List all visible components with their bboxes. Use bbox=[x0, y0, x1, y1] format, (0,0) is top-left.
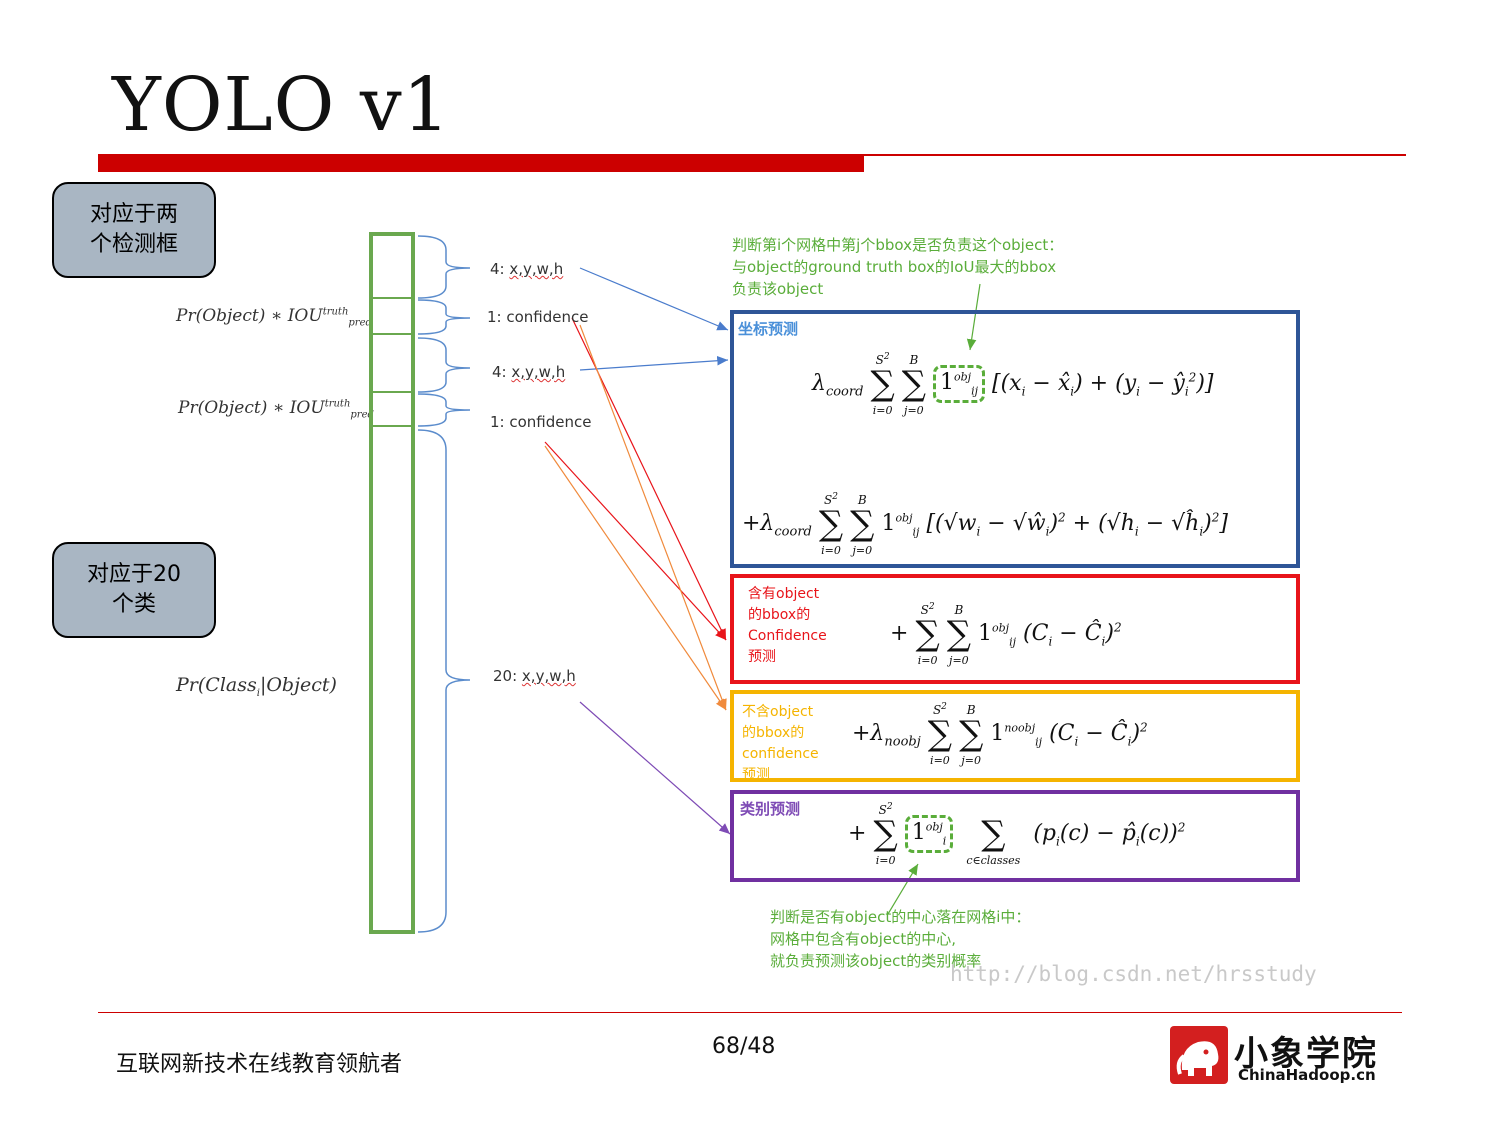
formula-noobj-confidence: +λnoobj S2 ∑ i=0 B ∑ j=0 1noobjij (Ci − Ĉi)2 bbox=[852, 702, 1148, 767]
elephant-logo-shape bbox=[1176, 1041, 1219, 1076]
box-class-prediction: 类别预测 + S2 ∑ i=0 1obji ∑ c∈classes (pi(c) − … bbox=[730, 790, 1300, 882]
label-xywh-1-count: 4: bbox=[490, 260, 510, 278]
label-xywh-1-text: x,y,w,h bbox=[509, 260, 564, 278]
label-xywh-2-count: 4: bbox=[492, 363, 512, 381]
note-bbox-responsible: 判断第i个网格中第j个bbox是否负责这个object： 与object的gro… bbox=[732, 236, 1064, 298]
label-confidence-1: 1: confidence bbox=[487, 308, 589, 326]
formula-obj-confidence: + S2 ∑ i=0 B ∑ j=0 1objij (Ci − Ĉi)2 bbox=[890, 602, 1122, 667]
box-coord-prediction: 坐标预测 λcoord S2 ∑ i=0 B ∑ j=0 1objij [(xi − x… bbox=[730, 310, 1300, 568]
label-xywh-2: 4: x,y,w,h bbox=[492, 363, 565, 381]
box-coord-title: 坐标预测 bbox=[738, 320, 799, 338]
arrow-coord-2 bbox=[579, 355, 729, 371]
label-confidence-2: 1: confidence bbox=[490, 413, 592, 431]
label-xywh-20: 20: x,y,w,h bbox=[493, 667, 576, 685]
formula-class: + S2 ∑ i=0 1obji ∑ c∈classes (pi(c) − p̂i(c… bbox=[848, 802, 1186, 867]
box-noobject-confidence: 不含object 的bbox的 confidence 预测 +λnoobj S2… bbox=[730, 690, 1300, 783]
output-vector bbox=[369, 232, 415, 934]
formula-coord-xy: λcoord S2 ∑ i=0 B ∑ j=0 1objij [(xi − x̂i) +… bbox=[812, 352, 1214, 417]
watermark: http://blog.csdn.net/hrsstudy bbox=[950, 962, 1317, 986]
box-noobject-confidence-note: 不含object 的bbox的 confidence 预测 bbox=[742, 704, 819, 783]
arrow-conf-1-noobj bbox=[579, 324, 727, 711]
braces bbox=[417, 235, 471, 933]
arrow-class bbox=[579, 701, 731, 835]
label-xywh-20-count: 20: bbox=[493, 667, 522, 685]
label-xywh-2-text: x,y,w,h bbox=[511, 363, 566, 381]
arrow-coord-1 bbox=[579, 267, 729, 331]
box-class-title: 类别预测 bbox=[740, 800, 801, 818]
logo-english: ChinaHadoop.cn bbox=[1238, 1066, 1376, 1084]
footer-divider bbox=[98, 1012, 1402, 1013]
box-object-confidence: 含有object 的bbox的 Confidence 预测 + S2 ∑ i=0 B… bbox=[730, 574, 1300, 684]
label-xywh-1: 4: x,y,w,h bbox=[490, 260, 563, 278]
page-number: 68/48 bbox=[712, 1034, 776, 1059]
label-xywh-20-text: x,y,w,h bbox=[521, 667, 576, 685]
footer-slogan: 互联网新技术在线教育领航者 bbox=[116, 1052, 403, 1077]
elephant-logo-icon bbox=[1170, 1026, 1228, 1084]
box-object-confidence-note: 含有object 的bbox的 Confidence 预测 bbox=[748, 586, 827, 665]
formula-coord-wh: +λcoord S2 ∑ i=0 B ∑ j=0 1objij [(√wi − √ŵi)… bbox=[742, 492, 1228, 557]
